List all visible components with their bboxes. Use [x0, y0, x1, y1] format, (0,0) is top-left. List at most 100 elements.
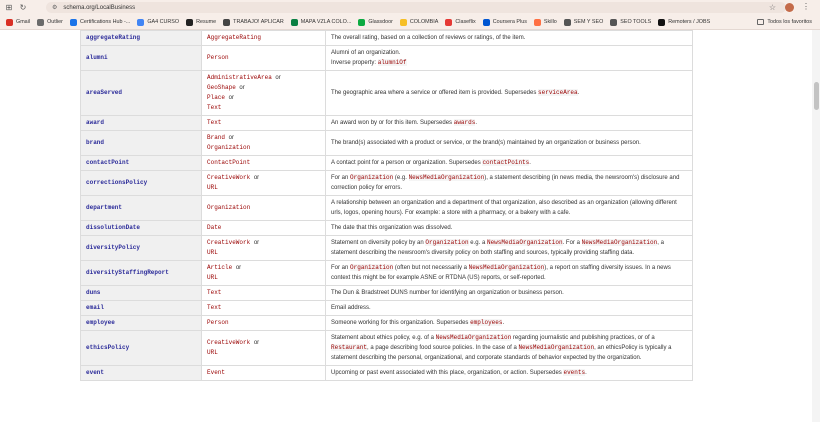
property-name-link[interactable]: aggregateRating — [80, 30, 202, 46]
bookmark-item[interactable]: SEO TOOLS — [610, 18, 651, 26]
inline-code-link[interactable]: awards — [453, 119, 476, 126]
address-bar[interactable]: ⚙ schema.org/LocalBusiness — [46, 2, 786, 13]
property-name-link[interactable]: event — [80, 365, 202, 381]
all-bookmarks[interactable]: Todos los favoritos — [757, 19, 812, 25]
expected-type-link[interactable]: Organization — [207, 144, 250, 151]
reload-icon[interactable]: ↻ — [18, 3, 28, 13]
bookmark-item[interactable]: Certifications Hub -... — [69, 18, 130, 26]
expected-type-cell: CreativeWork or URL — [201, 170, 326, 196]
inline-code-link[interactable]: NewsMediaOrganization — [468, 264, 545, 271]
bookmark-star-icon[interactable]: ☆ — [769, 3, 776, 12]
inline-code-link[interactable]: Organization — [425, 239, 469, 246]
bookmark-item[interactable]: Skillo — [533, 18, 557, 26]
expected-type-link[interactable]: CreativeWork — [207, 174, 250, 181]
property-row: contactPoint ContactPoint A contact point … — [80, 155, 693, 171]
property-name-link[interactable]: alumni — [80, 45, 202, 71]
expected-type-link[interactable]: URL — [207, 249, 218, 256]
inline-code-link[interactable]: events — [563, 369, 586, 376]
property-name-link[interactable]: award — [80, 115, 202, 131]
property-name-link[interactable]: ethicsPolicy — [80, 330, 202, 366]
expected-type-link[interactable]: Text — [207, 289, 221, 296]
expected-type-link[interactable]: Place — [207, 94, 225, 101]
profile-avatar[interactable] — [785, 3, 794, 12]
or-separator: or — [239, 85, 245, 91]
scrollbar-thumb[interactable] — [814, 82, 819, 110]
bookmark-item[interactable]: Remoters / JOBS — [658, 18, 710, 26]
property-row: employee Person Someone working for this o… — [80, 315, 693, 331]
inline-code-link[interactable]: alumniOf — [377, 59, 407, 66]
inline-code-link[interactable]: NewsMediaOrganization — [435, 334, 512, 341]
bookmark-favicon-icon — [223, 18, 231, 26]
description-text: Someone working for this organization. S… — [331, 320, 471, 326]
scrollbar[interactable] — [812, 30, 820, 422]
expected-type-link[interactable]: CreativeWork — [207, 339, 250, 346]
bookmark-item[interactable]: GA4 CURSO — [137, 18, 179, 26]
expected-type-link[interactable]: URL — [207, 274, 218, 281]
bookmark-item[interactable]: Glassdoor — [358, 18, 393, 26]
expected-type-link[interactable]: AdministrativeArea — [207, 74, 272, 81]
property-name-link[interactable]: diversityStaffingReport — [80, 260, 202, 286]
property-row: event Event Upcoming or past event associa… — [80, 365, 693, 381]
expected-type-link[interactable]: Text — [207, 104, 221, 111]
property-name-link[interactable]: employee — [80, 315, 202, 331]
property-description: Alumni of an organization. Inverse proper… — [325, 45, 693, 71]
bookmark-item[interactable]: Outlier — [37, 18, 63, 26]
expected-type-link[interactable]: Text — [207, 304, 221, 311]
inline-code-link[interactable]: Restaurant — [331, 344, 368, 351]
bookmark-favicon-icon — [610, 18, 618, 26]
property-description: Someone working for this organization. S… — [325, 315, 693, 331]
expected-type-link[interactable]: Date — [207, 224, 221, 231]
expected-type-link[interactable]: Article — [207, 264, 232, 271]
property-name-link[interactable]: duns — [80, 285, 202, 301]
expected-type-link[interactable]: Person — [207, 319, 229, 326]
property-name-link[interactable]: correctionsPolicy — [80, 170, 202, 196]
inline-code-link[interactable]: NewsMediaOrganization — [581, 239, 658, 246]
bookmark-favicon-icon — [399, 18, 407, 26]
property-name-link[interactable]: email — [80, 300, 202, 316]
property-name-link[interactable]: diversityPolicy — [80, 235, 202, 261]
inline-code-link[interactable]: contactPoints — [482, 159, 530, 166]
folder-icon — [757, 19, 765, 25]
bookmark-item[interactable]: Gmail — [6, 18, 30, 26]
description-text: Alumni of an organization. — [331, 50, 401, 56]
property-name-link[interactable]: dissolutionDate — [80, 220, 202, 236]
expected-type-link[interactable]: URL — [207, 184, 218, 191]
bookmark-item[interactable]: Claseflix — [445, 18, 476, 26]
inline-code-link[interactable]: NewsMediaOrganization — [408, 174, 485, 181]
expected-type-link[interactable]: AggregateRating — [207, 34, 261, 41]
bookmark-item[interactable]: SEM Y SEO — [563, 18, 603, 26]
site-info-icon[interactable]: ⚙ — [52, 4, 57, 11]
browser-toolbar: ⊞ ↻ ⚙ schema.org/LocalBusiness ☆ ⋮ — [0, 0, 820, 15]
bookmark-item[interactable]: MAPA VZLA COLO... — [290, 18, 351, 26]
bookmark-item[interactable]: Resume — [186, 18, 216, 26]
inline-code-link[interactable]: NewsMediaOrganization — [518, 344, 595, 351]
inline-code-link[interactable]: Organization — [350, 174, 394, 181]
menu-icon[interactable]: ⋮ — [802, 2, 810, 11]
expected-type-link[interactable]: GeoShape — [207, 84, 236, 91]
inline-code-link[interactable]: serviceArea — [538, 89, 578, 96]
expected-type-link[interactable]: ContactPoint — [207, 159, 250, 166]
expected-type-link[interactable]: Text — [207, 119, 221, 126]
inline-code-link[interactable]: employees — [470, 319, 503, 326]
property-description: A contact point for a person or organiza… — [325, 155, 693, 171]
expected-type-link[interactable]: CreativeWork — [207, 239, 250, 246]
expected-type-link[interactable]: Person — [207, 54, 229, 61]
description-text: , a page describing food source policies… — [367, 345, 519, 351]
expected-type-link[interactable]: Event — [207, 369, 225, 376]
bookmark-item[interactable]: TRABAJO! APLICAR — [223, 18, 284, 26]
apps-icon[interactable]: ⊞ — [4, 3, 14, 13]
property-name-link[interactable]: contactPoint — [80, 155, 202, 171]
expected-type-link[interactable]: Brand — [207, 134, 225, 141]
property-name-link[interactable]: areaServed — [80, 70, 202, 116]
bookmark-label: Skillo — [543, 19, 557, 25]
expected-type-link[interactable]: URL — [207, 349, 218, 356]
bookmark-item[interactable]: Coursera Plus — [482, 18, 527, 26]
expected-type-link[interactable]: Organization — [207, 204, 250, 211]
bookmark-item[interactable]: COLOMBIA — [399, 18, 438, 26]
inline-code-link[interactable]: NewsMediaOrganization — [486, 239, 563, 246]
property-name-link[interactable]: brand — [80, 130, 202, 156]
property-name-link[interactable]: department — [80, 195, 202, 221]
property-description: Email address. — [325, 300, 693, 316]
inline-code-link[interactable]: Organization — [350, 264, 394, 271]
or-separator: or — [235, 265, 242, 271]
